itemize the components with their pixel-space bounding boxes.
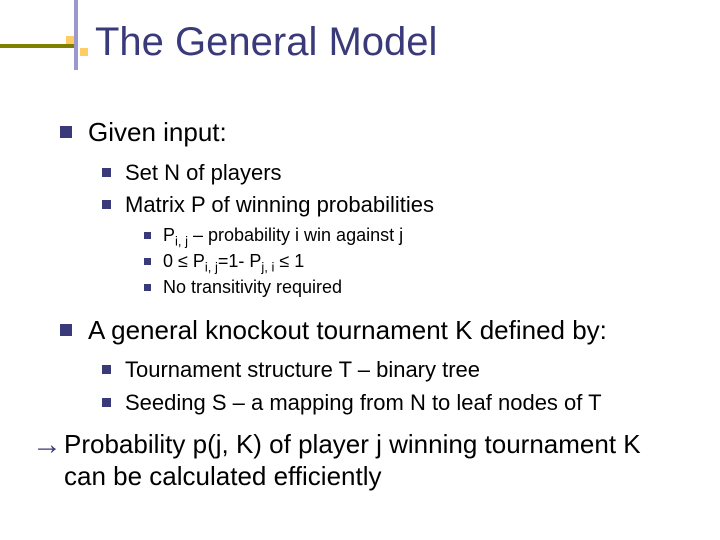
decor-square [66, 36, 74, 44]
bullet-text: Tournament structure T – binary tree [125, 356, 480, 385]
decor-square [80, 48, 88, 56]
leq-symbol: ≤ [178, 251, 188, 271]
conclusion-line: → Probability p(j, K) of player j winnin… [32, 428, 680, 493]
square-bullet-icon [102, 168, 111, 177]
bullet-level1: Given input: [60, 116, 680, 149]
text-fragment: – probability i win against j [188, 225, 403, 245]
arrow-icon: → [32, 430, 60, 460]
math-sub: j, i [261, 260, 274, 275]
bullet-level2: Set N of players [102, 159, 680, 188]
decor-hbar [0, 44, 78, 48]
bullet-text: Pi, j – probability i win against j [163, 224, 403, 247]
square-bullet-icon [60, 126, 72, 138]
bullet-text: Probability p(j, K) of player j winning … [64, 428, 680, 493]
bullet-level2: Tournament structure T – binary tree [102, 356, 680, 385]
text-fragment: 0 [163, 251, 178, 271]
slide: The General Model Given input: Set N of … [0, 0, 720, 540]
square-bullet-icon [144, 284, 151, 291]
square-bullet-icon [102, 200, 111, 209]
bullet-text: Matrix P of winning probabilities [125, 191, 434, 220]
bullet-level3: 0 ≤ Pi, j=1- Pj, i ≤ 1 [144, 250, 680, 273]
square-bullet-icon [144, 232, 151, 239]
bullet-text: Set N of players [125, 159, 282, 188]
slide-title: The General Model [95, 20, 437, 65]
bullet-level2: Seeding S – a mapping from N to leaf nod… [102, 389, 680, 418]
bullet-level2: Matrix P of winning probabilities [102, 191, 680, 220]
text-fragment: 1 [289, 251, 304, 271]
slide-body: Given input: Set N of players Matrix P o… [60, 110, 680, 503]
bullet-level3: Pi, j – probability i win against j [144, 224, 680, 247]
bullet-level3: No transitivity required [144, 276, 680, 299]
square-bullet-icon [102, 398, 111, 407]
bullet-text: Seeding S – a mapping from N to leaf nod… [125, 389, 602, 418]
square-bullet-icon [102, 365, 111, 374]
bullet-text: Given input: [88, 116, 227, 149]
bullet-text: 0 ≤ Pi, j=1- Pj, i ≤ 1 [163, 250, 304, 273]
square-bullet-icon [60, 324, 72, 336]
math-var: P [188, 251, 205, 271]
square-bullet-icon [144, 258, 151, 265]
bullet-text: No transitivity required [163, 276, 342, 299]
math-var: P [163, 225, 175, 245]
leq-symbol: ≤ [274, 251, 289, 271]
decor-vbar [74, 0, 78, 70]
math-sub: i, j [175, 233, 188, 248]
text-fragment: =1- P [218, 251, 262, 271]
bullet-level1: A general knockout tournament K defined … [60, 314, 680, 347]
bullet-text: A general knockout tournament K defined … [88, 314, 607, 347]
math-sub: i, j [205, 260, 218, 275]
